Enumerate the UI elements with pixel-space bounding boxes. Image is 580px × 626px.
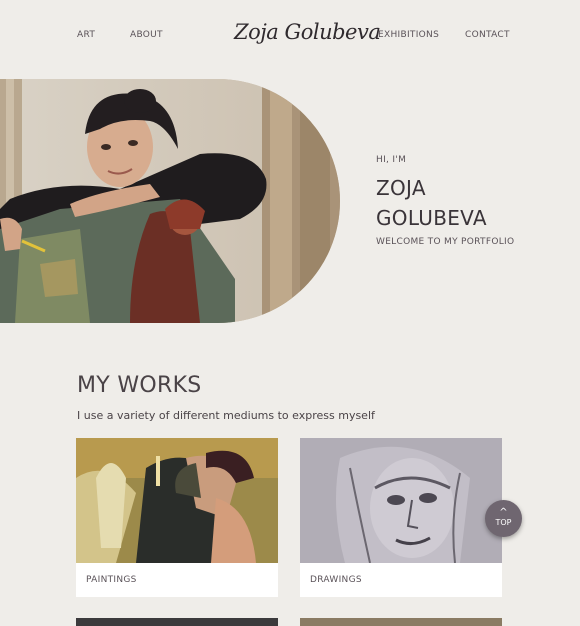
hero-portrait-image (0, 79, 340, 323)
works-heading: MY WORKS (77, 373, 202, 398)
work-card-peek[interactable] (300, 618, 502, 626)
nav-link-exhibitions[interactable]: EXHIBITIONS (378, 30, 439, 40)
hero-first-name: ZOJA (376, 176, 426, 200)
top-navigation: ART ABOUT Zoja Golubeva EXHIBITIONS CONT… (0, 0, 580, 70)
hero-greeting: HI, I'M (376, 155, 407, 165)
paintings-thumbnail-image[interactable] (76, 438, 278, 563)
nav-link-art[interactable]: ART (77, 30, 95, 40)
works-subtitle: I use a variety of different mediums to … (77, 409, 375, 422)
back-to-top-label: TOP (495, 518, 512, 527)
nav-link-contact[interactable]: CONTACT (465, 30, 510, 40)
work-card-label: PAINTINGS (86, 575, 137, 585)
work-card-peek[interactable] (76, 618, 278, 626)
work-card-paintings[interactable]: PAINTINGS (76, 438, 278, 597)
nav-link-about[interactable]: ABOUT (130, 30, 163, 40)
back-to-top-button[interactable]: ^ TOP (485, 500, 522, 537)
work-card-drawings[interactable]: DRAWINGS (300, 438, 502, 597)
hero-last-name: GOLUBEVA (376, 206, 487, 230)
chevron-up-icon: ^ (499, 507, 508, 518)
hero-intro: HI, I'M ZOJA GOLUBEVA WELCOME TO MY PORT… (376, 155, 514, 247)
site-logo[interactable]: Zoja Golubeva (234, 20, 381, 44)
hero-welcome-text: WELCOME TO MY PORTFOLIO (376, 237, 515, 247)
drawings-thumbnail-image[interactable] (300, 438, 502, 563)
work-card-label: DRAWINGS (310, 575, 362, 585)
